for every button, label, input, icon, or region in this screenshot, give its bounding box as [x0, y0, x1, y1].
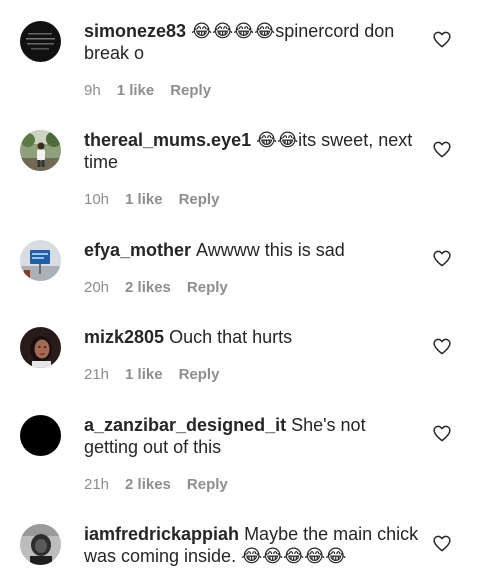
heart-icon[interactable]: [433, 425, 451, 442]
dark-text-avatar[interactable]: [20, 21, 61, 62]
heart-icon[interactable]: [433, 141, 451, 158]
black-avatar[interactable]: [20, 415, 61, 456]
likes-count[interactable]: 1 like: [117, 82, 155, 100]
likes-count[interactable]: 1 like: [125, 366, 163, 384]
reply-button[interactable]: Reply: [179, 366, 220, 384]
comment-text: simoneze83 😂😂😂😂spinercord don break o: [84, 20, 419, 64]
comment-text: efya_mother Awwww this is sad: [84, 239, 419, 261]
comment-meta: 21h 1 like Reply: [84, 366, 219, 384]
likes-count[interactable]: 1 like: [125, 191, 163, 209]
portrait-avatar[interactable]: [20, 327, 61, 368]
timestamp[interactable]: 10h: [84, 191, 109, 209]
heart-icon[interactable]: [433, 31, 451, 48]
comment-body: Ouch that hurts: [169, 327, 293, 347]
heart-icon[interactable]: [433, 338, 451, 355]
username[interactable]: a_zanzibar_designed_it: [84, 415, 286, 435]
timestamp[interactable]: 21h: [84, 366, 109, 384]
timestamp[interactable]: 20h: [84, 279, 109, 297]
blue-sign-avatar[interactable]: [20, 240, 61, 281]
comment-text: a_zanzibar_designed_it She's not getting …: [84, 414, 419, 458]
comment-meta: 21h 2 likes Reply: [84, 476, 228, 494]
heart-icon[interactable]: [433, 250, 451, 267]
username[interactable]: efya_mother: [84, 240, 191, 260]
timestamp[interactable]: 21h: [84, 476, 109, 494]
reply-button[interactable]: Reply: [170, 82, 211, 100]
comment-text: iamfredrickappiah Maybe the main chick wa…: [84, 523, 419, 567]
username[interactable]: thereal_mums.eye1: [84, 130, 251, 150]
reply-button[interactable]: Reply: [179, 191, 220, 209]
likes-count[interactable]: 2 likes: [125, 279, 171, 297]
timestamp[interactable]: 9h: [84, 82, 101, 100]
comment-body: Awwww this is sad: [196, 240, 345, 260]
comment-meta: 10h 1 like Reply: [84, 191, 219, 209]
reply-button[interactable]: Reply: [187, 279, 228, 297]
comment-meta: 20h 2 likes Reply: [84, 279, 228, 297]
heart-icon[interactable]: [433, 535, 451, 552]
username[interactable]: simoneze83: [84, 21, 186, 41]
username[interactable]: mizk2805: [84, 327, 164, 347]
likes-count[interactable]: 2 likes: [125, 476, 171, 494]
grayscale-portrait-avatar[interactable]: [20, 524, 61, 565]
comment-text: mizk2805 Ouch that hurts: [84, 326, 419, 348]
outdoor-person-avatar[interactable]: [20, 130, 61, 171]
comment-text: thereal_mums.eye1 😂😂its sweet, next time: [84, 129, 419, 173]
reply-button[interactable]: Reply: [187, 476, 228, 494]
comment-meta: 9h 1 like Reply: [84, 82, 211, 100]
username[interactable]: iamfredrickappiah: [84, 524, 239, 544]
